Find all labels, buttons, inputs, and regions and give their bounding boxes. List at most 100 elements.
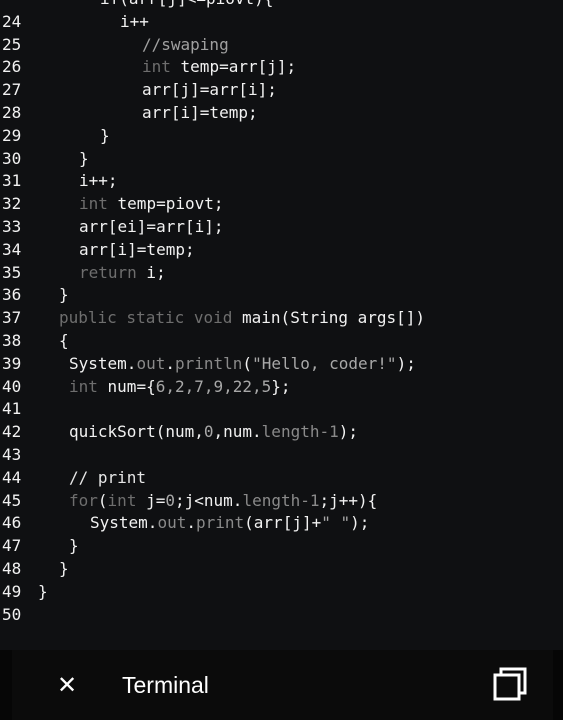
terminal-bar-inner: ✕ Terminal xyxy=(12,650,553,720)
line-number: 26 xyxy=(2,57,22,77)
code-fragment: print xyxy=(195,513,245,533)
code-fragment: ,num. xyxy=(213,422,262,442)
line-number: 47 xyxy=(2,536,22,556)
line-number: 28 xyxy=(2,102,22,122)
code-fragment: ); xyxy=(338,422,358,442)
line-number: 34 xyxy=(2,239,22,259)
code-line: 33 arr[ei]=arr[i]; xyxy=(0,216,563,239)
line-number: 42 xyxy=(2,422,22,442)
code-line: 50 xyxy=(0,604,563,627)
line-number: 43 xyxy=(2,444,22,464)
code-fragment: println xyxy=(174,353,243,373)
string-literal: " " xyxy=(321,513,351,533)
code-text: } xyxy=(100,125,110,145)
line-number: 37 xyxy=(2,308,22,328)
code-line: 28 arr[i]=temp; xyxy=(0,102,563,125)
code-text: int temp=piovt; xyxy=(79,193,224,216)
code-text: int num={6,2,7,9,22,5}; xyxy=(69,376,291,399)
line-number: 38 xyxy=(2,330,22,350)
line-number: 40 xyxy=(2,376,22,396)
window-icon[interactable] xyxy=(490,664,530,704)
code-line: 31 i++; xyxy=(0,170,563,193)
code-line: 45 for(int j=0;j<num.length-1;j++){ xyxy=(0,490,563,513)
line-number: 27 xyxy=(2,80,22,100)
keyword: int xyxy=(107,490,137,510)
code-fragment: ( xyxy=(97,490,108,510)
line-number: 35 xyxy=(2,262,22,282)
line-number: 31 xyxy=(2,171,22,191)
code-fragment: num={ xyxy=(97,376,156,396)
code-line: 34 arr[i]=temp; xyxy=(0,239,563,262)
code-fragment: ;j++){ xyxy=(319,490,378,510)
code-line: 47 } xyxy=(0,535,563,558)
keyword: int xyxy=(142,57,171,77)
code-text: arr[i]=temp; xyxy=(142,102,258,122)
line-number: 50 xyxy=(2,604,22,624)
code-text: i++; xyxy=(79,171,118,191)
code-line: 48 } xyxy=(0,558,563,581)
code-line: 29 } xyxy=(0,125,563,148)
code-line: 32 int temp=piovt; xyxy=(0,193,563,216)
code-comment: // print xyxy=(69,467,147,487)
code-line: 40 int num={6,2,7,9,22,5}; xyxy=(0,376,563,399)
code-fragment: . xyxy=(186,513,196,533)
terminal-bar: ✕ Terminal xyxy=(0,650,563,720)
code-text: arr[j]=arr[i]; xyxy=(142,80,277,100)
code-line: 26 int temp=arr[j]; xyxy=(0,56,563,79)
code-text: arr[i]=temp; xyxy=(79,239,195,259)
line-number: 29 xyxy=(2,125,22,145)
code-text: int temp=arr[j]; xyxy=(142,56,296,79)
code-line: 49 } xyxy=(0,581,563,604)
line-number: 44 xyxy=(2,467,22,487)
line-number: 30 xyxy=(2,148,22,168)
code-line: 44 // print xyxy=(0,467,563,490)
code-line: 43 xyxy=(0,444,563,467)
code-fragment: out xyxy=(157,513,187,533)
code-fragment: ( xyxy=(242,353,253,373)
code-fragment: }; xyxy=(271,376,291,396)
code-text: } xyxy=(59,285,69,305)
code-fragment: ); xyxy=(350,513,370,533)
terminal-title[interactable]: Terminal xyxy=(122,668,209,702)
code-fragment: main(String args[]) xyxy=(232,308,426,328)
code-line: 25 //swaping xyxy=(0,34,563,57)
code-fragment: quickSort(num, xyxy=(69,422,204,442)
code-editor[interactable]: if(arr[j]<=piovt){ 24 i++ 25 //swaping 2… xyxy=(0,0,563,650)
code-fragment: temp=arr[j]; xyxy=(170,57,297,77)
code-text: arr[ei]=arr[i]; xyxy=(79,216,224,236)
code-text: public static void main(String args[]) xyxy=(59,307,425,330)
line-number: 39 xyxy=(2,353,22,373)
code-line: 37 public static void main(String args[]… xyxy=(0,307,563,330)
keyword: for xyxy=(69,490,98,510)
code-text: } xyxy=(79,148,89,168)
code-text: return i; xyxy=(79,262,166,285)
code-line: 27 arr[j]=arr[i]; xyxy=(0,79,563,102)
code-fragment: i; xyxy=(136,262,166,282)
line-number: 46 xyxy=(2,513,22,533)
number-literal: 6,2,7,9,22,5 xyxy=(155,376,272,396)
code-fragment: . xyxy=(165,353,175,373)
code-fragment: (arr[j]+ xyxy=(244,513,322,533)
keyword: int xyxy=(79,194,108,214)
code-line: if(arr[j]<=piovt){ xyxy=(0,0,563,11)
code-fragment: ); xyxy=(396,353,416,373)
code-text: } xyxy=(59,558,69,578)
code-text: { xyxy=(59,330,69,350)
number-literal: 0 xyxy=(203,422,214,442)
code-line: 36 } xyxy=(0,284,563,307)
code-line: 41 xyxy=(0,398,563,421)
line-number: 41 xyxy=(2,399,22,419)
code-text: System.out.print(arr[j]+" "); xyxy=(90,512,369,535)
line-number: 33 xyxy=(2,216,22,236)
line-number: 36 xyxy=(2,285,22,305)
close-icon[interactable]: ✕ xyxy=(56,670,78,700)
code-fragment: j= xyxy=(136,490,166,510)
code-text: if(arr[j]<=piovt){ xyxy=(100,0,273,11)
code-fragment: System. xyxy=(90,513,158,533)
code-text: for(int j=0;j<num.length-1;j++){ xyxy=(69,490,377,513)
code-comment: //swaping xyxy=(142,34,229,54)
code-line: 24 i++ xyxy=(0,11,563,34)
line-number: 48 xyxy=(2,558,22,578)
keyword: return xyxy=(79,262,137,282)
code-fragment: length-1 xyxy=(242,490,320,510)
